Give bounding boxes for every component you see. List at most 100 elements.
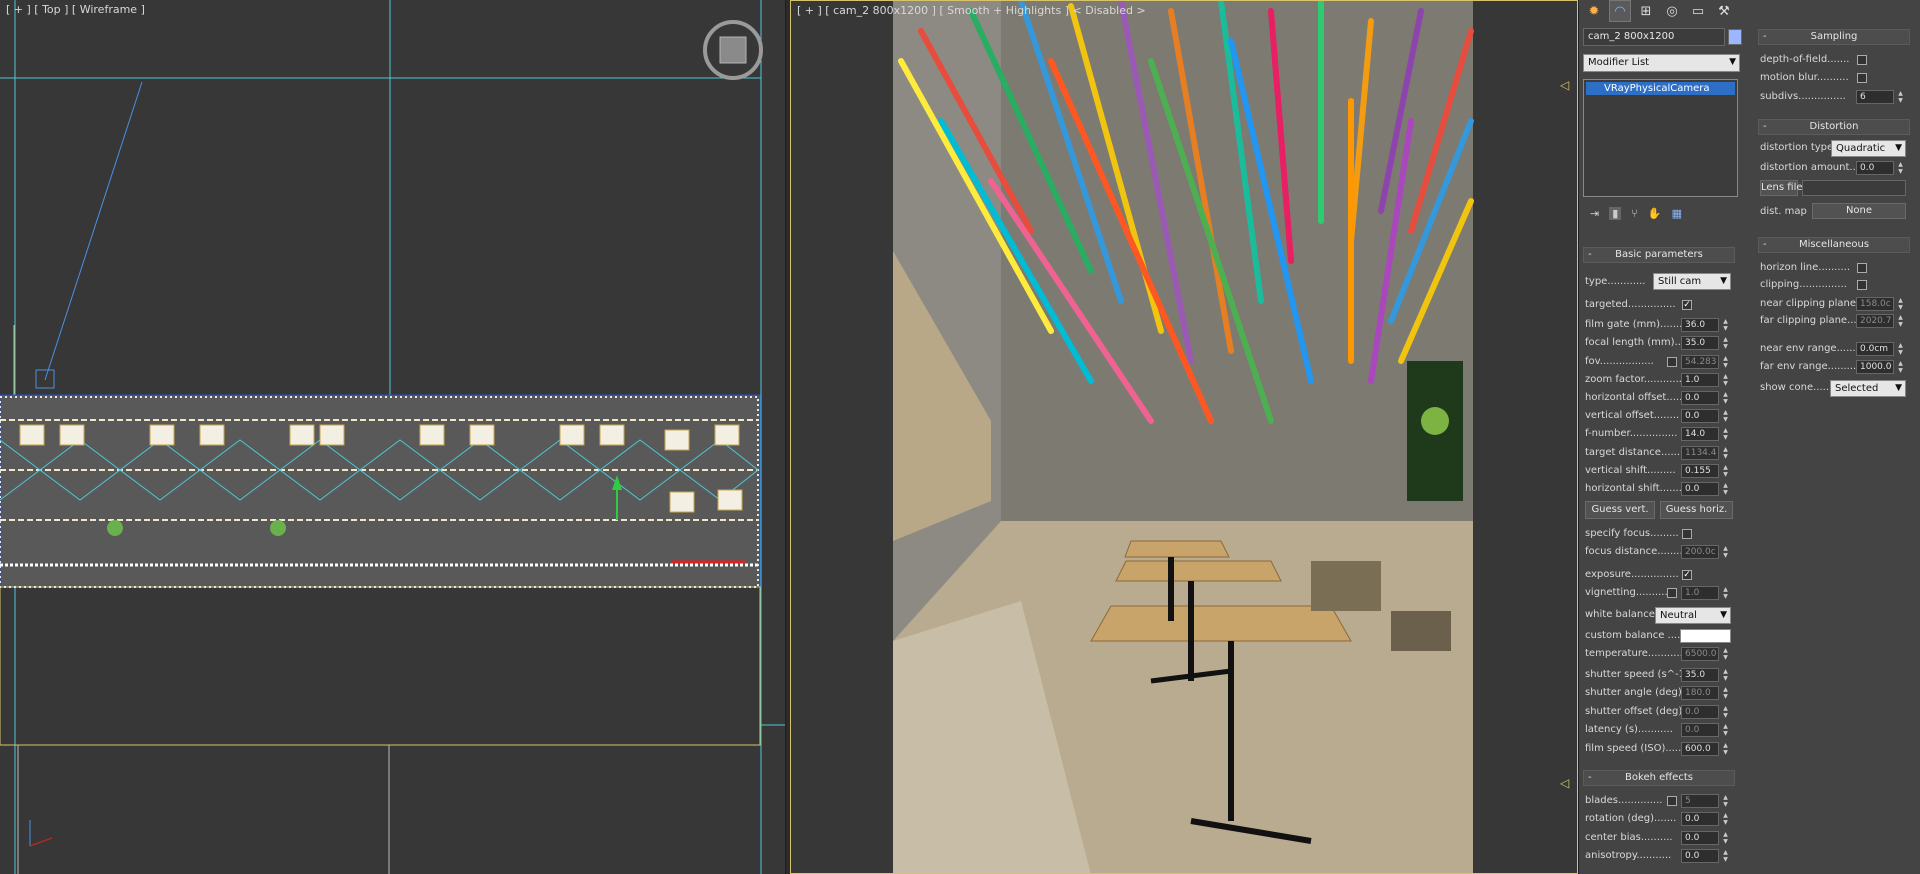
- param-spinner[interactable]: 6500.0: [1681, 647, 1719, 661]
- spinner-arrows-icon[interactable]: ▲ ▼: [1897, 360, 1904, 374]
- param-spinner[interactable]: 36.0: [1681, 318, 1719, 332]
- miscellaneous-rollout[interactable]: - Miscellaneous: [1758, 237, 1910, 253]
- lens-file-path-field[interactable]: [1802, 180, 1906, 196]
- param-checkbox[interactable]: [1667, 357, 1677, 367]
- bokeh-effects-rollout[interactable]: - Bokeh effects: [1583, 770, 1735, 786]
- object-name-field[interactable]: cam_2 800x1200: [1583, 28, 1725, 46]
- param-spinner[interactable]: 0.0: [1681, 391, 1719, 405]
- lens-file-button[interactable]: Lens file: [1760, 180, 1803, 196]
- modifier-list-dropdown[interactable]: Modifier List ▼: [1583, 54, 1740, 72]
- distortion-type-dropdown[interactable]: Quadratic ▼: [1831, 140, 1906, 157]
- param-checkbox[interactable]: [1667, 588, 1677, 598]
- viewport-label[interactable]: [ + ] [ Top ] [ Wireframe ]: [6, 3, 145, 16]
- object-color-swatch[interactable]: [1728, 29, 1742, 45]
- param-spinner[interactable]: 5: [1681, 794, 1719, 808]
- param-checkbox[interactable]: [1857, 73, 1867, 83]
- spinner-arrows-icon[interactable]: ▲ ▼: [1897, 297, 1904, 311]
- viewport-label[interactable]: [ + ] [ cam_2 800x1200 ] [ Smooth + High…: [797, 4, 1146, 17]
- param-spinner[interactable]: 14.0: [1681, 427, 1719, 441]
- pin-stack-icon[interactable]: ⇥: [1590, 207, 1599, 220]
- param-checkbox[interactable]: [1857, 55, 1867, 65]
- utilities-icon[interactable]: ⚒: [1713, 0, 1735, 22]
- modify-icon[interactable]: ◠: [1609, 0, 1631, 22]
- param-spinner[interactable]: 0.0: [1681, 849, 1719, 863]
- motion-icon[interactable]: ◎: [1661, 0, 1683, 22]
- custom-balance-swatch[interactable]: [1680, 629, 1731, 643]
- spinner-arrows-icon[interactable]: ▲ ▼: [1722, 849, 1729, 863]
- spinner-arrows-icon[interactable]: ▲ ▼: [1897, 314, 1904, 328]
- param-spinner[interactable]: 0.0: [1681, 812, 1719, 826]
- spinner-arrows-icon[interactable]: ▲ ▼: [1722, 794, 1729, 808]
- spinner-arrows-icon[interactable]: ▲ ▼: [1722, 336, 1729, 350]
- param-spinner[interactable]: 1.0: [1681, 586, 1719, 600]
- param-spinner[interactable]: 54.283: [1681, 355, 1719, 369]
- white-balance-dropdown[interactable]: Neutral ▼: [1655, 607, 1731, 624]
- param-spinner[interactable]: 35.0: [1681, 336, 1719, 350]
- hierarchy-icon[interactable]: ⊞: [1635, 0, 1657, 22]
- param-checkbox[interactable]: ✓: [1682, 300, 1692, 310]
- param-spinner[interactable]: 200.0c: [1681, 545, 1719, 559]
- param-spinner[interactable]: 6: [1856, 90, 1894, 104]
- param-spinner[interactable]: 158.0c: [1856, 297, 1894, 311]
- param-spinner[interactable]: 0.0: [1681, 723, 1719, 737]
- guess-horiz-button[interactable]: Guess horiz.: [1660, 501, 1733, 519]
- param-spinner[interactable]: 1134.4: [1681, 446, 1719, 460]
- param-spinner[interactable]: 0.0: [1681, 831, 1719, 845]
- spinner-arrows-icon[interactable]: ▲ ▼: [1722, 464, 1729, 478]
- param-spinner[interactable]: 1.0: [1681, 373, 1719, 387]
- param-checkbox[interactable]: [1857, 280, 1867, 290]
- show-cone-dropdown[interactable]: Selected ▼: [1830, 380, 1906, 397]
- spinner-arrows-icon[interactable]: ▲ ▼: [1722, 545, 1729, 559]
- distortion-rollout[interactable]: - Distortion: [1758, 119, 1910, 135]
- camera-type-dropdown[interactable]: Still cam ▼: [1653, 273, 1731, 290]
- spinner-arrows-icon[interactable]: ▲ ▼: [1897, 161, 1904, 175]
- camera-viewport[interactable]: [ + ] [ cam_2 800x1200 ] [ Smooth + High…: [790, 0, 1578, 874]
- spinner-arrows-icon[interactable]: ▲ ▼: [1722, 705, 1729, 719]
- spinner-arrows-icon[interactable]: ▲ ▼: [1722, 647, 1729, 661]
- param-checkbox[interactable]: [1857, 263, 1867, 273]
- spinner-arrows-icon[interactable]: ▲ ▼: [1897, 90, 1904, 104]
- spinner-arrows-icon[interactable]: ▲ ▼: [1722, 586, 1729, 600]
- param-spinner[interactable]: 1000.0: [1856, 360, 1894, 374]
- param-spinner[interactable]: 35.0: [1681, 668, 1719, 682]
- dist-map-button[interactable]: None: [1812, 203, 1906, 219]
- spinner-arrows-icon[interactable]: ▲ ▼: [1897, 342, 1904, 356]
- spinner-arrows-icon[interactable]: ▲ ▼: [1722, 391, 1729, 405]
- modifier-stack[interactable]: VRayPhysicalCamera: [1583, 79, 1738, 197]
- param-spinner[interactable]: 180.0: [1681, 686, 1719, 700]
- remove-modifier-icon[interactable]: ✋: [1648, 207, 1662, 220]
- spinner-arrows-icon[interactable]: ▲ ▼: [1722, 482, 1729, 496]
- make-unique-icon[interactable]: ⑂: [1631, 207, 1638, 220]
- display-icon[interactable]: ▭: [1687, 0, 1709, 22]
- param-spinner[interactable]: 0.0: [1681, 705, 1719, 719]
- configure-sets-icon[interactable]: ▦: [1672, 207, 1682, 220]
- param-checkbox[interactable]: [1667, 796, 1677, 806]
- param-spinner[interactable]: 0.0cm: [1856, 342, 1894, 356]
- spinner-arrows-icon[interactable]: ▲ ▼: [1722, 742, 1729, 756]
- spinner-arrows-icon[interactable]: ▲ ▼: [1722, 668, 1729, 682]
- param-spinner[interactable]: 600.0: [1681, 742, 1719, 756]
- top-viewport[interactable]: [ + ] [ Top ] [ Wireframe ]: [0, 0, 786, 874]
- param-spinner[interactable]: 0.0: [1681, 409, 1719, 423]
- stack-item-vray-camera[interactable]: VRayPhysicalCamera: [1586, 82, 1735, 95]
- spinner-arrows-icon[interactable]: ▲ ▼: [1722, 409, 1729, 423]
- sampling-rollout[interactable]: - Sampling: [1758, 29, 1910, 45]
- spinner-arrows-icon[interactable]: ▲ ▼: [1722, 318, 1729, 332]
- show-end-result-icon[interactable]: ▮: [1609, 206, 1622, 220]
- spinner-arrows-icon[interactable]: ▲ ▼: [1722, 427, 1729, 441]
- spinner-arrows-icon[interactable]: ▲ ▼: [1722, 373, 1729, 387]
- param-spinner[interactable]: 0.0: [1681, 482, 1719, 496]
- spinner-arrows-icon[interactable]: ▲ ▼: [1722, 831, 1729, 845]
- spinner-arrows-icon[interactable]: ▲ ▼: [1722, 355, 1729, 369]
- create-icon[interactable]: ✹: [1583, 0, 1605, 22]
- param-spinner[interactable]: 2020.7: [1856, 314, 1894, 328]
- spinner-arrows-icon[interactable]: ▲ ▼: [1722, 723, 1729, 737]
- basic-parameters-rollout[interactable]: - Basic parameters: [1583, 247, 1735, 263]
- param-checkbox[interactable]: ✓: [1682, 570, 1692, 580]
- spinner-arrows-icon[interactable]: ▲ ▼: [1722, 446, 1729, 460]
- distortion-amount-spinner[interactable]: 0.0: [1856, 161, 1894, 175]
- spinner-arrows-icon[interactable]: ▲ ▼: [1722, 686, 1729, 700]
- spinner-arrows-icon[interactable]: ▲ ▼: [1722, 812, 1729, 826]
- param-spinner[interactable]: 0.155: [1681, 464, 1719, 478]
- param-checkbox[interactable]: [1682, 529, 1692, 539]
